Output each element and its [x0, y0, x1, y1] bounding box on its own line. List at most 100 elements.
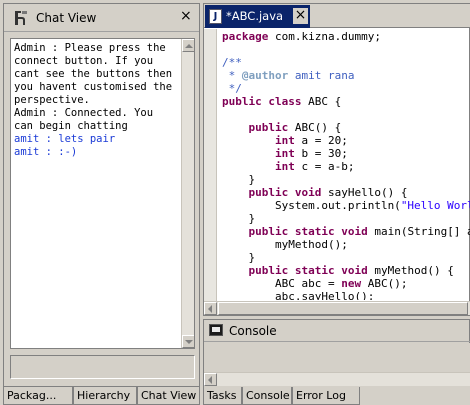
code-token: public static void — [248, 225, 368, 238]
code-line: public static void main(String[] args) { — [222, 225, 470, 238]
bottom-view-tabs: Tasks Console Error Log — [203, 387, 470, 405]
editor-tab-abc-java[interactable]: J *ABC.java × — [205, 5, 310, 28]
code-token: @author — [241, 69, 289, 82]
code-line: System.out.println("Hello World"); — [222, 199, 470, 212]
code-token: myMethod() { — [367, 264, 454, 277]
chat-view-title: Chat View — [36, 11, 97, 25]
code-token: abc.sayHello(); — [222, 290, 375, 300]
code-line: } — [222, 173, 470, 186]
code-token: */ — [222, 82, 242, 95]
tab-package-explorer[interactable]: Packag... — [3, 387, 73, 405]
code-token: a = 20; — [294, 134, 348, 147]
code-line: /** — [222, 56, 470, 69]
code-line: public ABC() { — [222, 121, 470, 134]
code-token: sayHello() { — [321, 186, 408, 199]
code-line: int b = 30; — [222, 147, 470, 160]
chat-messages: Admin : Please press the connect button.… — [14, 42, 177, 159]
code-line: public class ABC { — [222, 95, 470, 108]
code-token: } — [222, 251, 256, 264]
chat-view-panel: Chat View × Admin : Please press the con… — [3, 3, 200, 387]
tab-tasks[interactable]: Tasks — [203, 387, 242, 405]
chevron-left-icon — [208, 305, 212, 313]
code-token: ABC() { — [288, 121, 342, 134]
code-line: int c = a-b; — [222, 160, 470, 173]
console-icon — [209, 324, 223, 336]
chat-view-header: Chat View × — [4, 4, 199, 32]
code-line: abc.sayHello(); — [222, 290, 470, 300]
scroll-up-button[interactable] — [182, 39, 194, 52]
code-editor[interactable]: package com.kizna.dummy; /** * @author a… — [222, 30, 470, 300]
code-token: public static void — [248, 264, 368, 277]
code-line: myMethod(); — [222, 238, 470, 251]
code-token: amit rana — [288, 69, 355, 82]
code-token: } — [222, 173, 256, 186]
console-scroll-left-button[interactable] — [204, 373, 217, 386]
code-line: */ — [222, 82, 470, 95]
code-token: ABC { — [301, 95, 342, 108]
scroll-left-button[interactable] — [204, 302, 217, 315]
java-editor: J *ABC.java × package com.kizna.dummy; /… — [203, 3, 470, 316]
code-line: package com.kizna.dummy; — [222, 30, 470, 43]
code-line: } — [222, 212, 470, 225]
code-token: System.out.println( — [222, 199, 401, 212]
editor-tab-label: *ABC.java — [226, 9, 284, 23]
code-line: int a = 20; — [222, 134, 470, 147]
chevron-up-icon — [185, 44, 193, 48]
code-token: com.kizna.dummy; — [268, 30, 381, 43]
code-line: public void sayHello() { — [222, 186, 470, 199]
console-header: Console — [204, 320, 470, 342]
chevron-left-icon — [208, 376, 212, 384]
code-token: } — [222, 212, 256, 225]
code-token: ABC abc = — [222, 277, 342, 290]
code-token: public void — [248, 186, 322, 199]
chevron-down-icon — [185, 340, 193, 344]
console-horizontal-scrollbar[interactable] — [204, 372, 470, 386]
tab-hierarchy[interactable]: Hierarchy — [73, 387, 137, 405]
editor-gutter — [204, 29, 217, 301]
chat-view-close-icon[interactable]: × — [180, 9, 192, 23]
scroll-thumb[interactable] — [218, 302, 468, 315]
code-token: /** — [222, 56, 242, 69]
code-line: * @author amit rana — [222, 69, 470, 82]
scroll-down-button[interactable] — [182, 335, 194, 348]
tab-console[interactable]: Console — [242, 387, 292, 405]
code-line: } — [222, 251, 470, 264]
code-token: int — [274, 160, 295, 173]
code-token: c = a-b; — [294, 160, 355, 173]
chat-message: amit : lets pair — [14, 133, 116, 145]
code-token: myMethod(); — [222, 238, 348, 251]
chat-message: amit : :-) — [14, 146, 78, 158]
code-line: public static void myMethod() { — [222, 264, 470, 277]
tab-error-log[interactable]: Error Log — [292, 387, 360, 405]
chat-log-scrollbar[interactable] — [181, 39, 194, 348]
editor-horizontal-scrollbar[interactable] — [204, 301, 470, 315]
code-token: * — [222, 69, 242, 82]
editor-tab-bar: J *ABC.java × — [204, 4, 470, 28]
chat-message: Admin : Connected. You can begin chattin… — [14, 107, 160, 132]
code-line: ABC abc = new ABC(); — [222, 277, 470, 290]
code-token: int — [274, 147, 295, 160]
editor-tab-close-icon[interactable]: × — [293, 8, 308, 24]
chat-log[interactable]: Admin : Please press the connect button.… — [10, 38, 195, 349]
chat-message-input[interactable] — [10, 355, 195, 379]
code-token: b = 30; — [294, 147, 348, 160]
code-token: new — [341, 277, 362, 290]
code-token: "Hello World" — [400, 199, 470, 212]
code-token: package — [222, 30, 269, 43]
chat-view-icon — [15, 11, 27, 25]
console-panel: Console — [203, 319, 470, 387]
tab-chat-view[interactable]: Chat View — [137, 387, 200, 405]
left-view-tabs: Packag... Hierarchy Chat View — [3, 387, 200, 405]
code-token: public — [248, 121, 289, 134]
code-token: int — [274, 134, 295, 147]
code-token: public class — [222, 95, 302, 108]
code-token: main(String[] args) { — [374, 225, 470, 238]
